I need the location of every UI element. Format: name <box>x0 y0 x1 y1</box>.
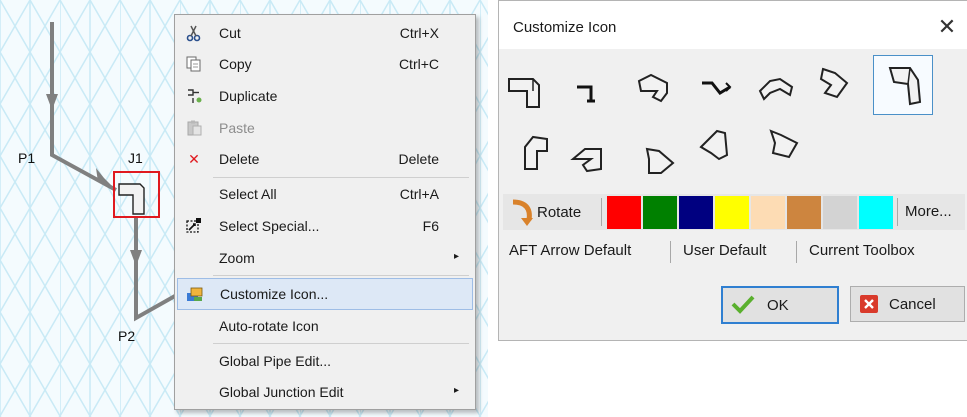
icon-option-elbow-right[interactable] <box>639 141 679 181</box>
icon-option-elbow-thin[interactable] <box>571 73 611 113</box>
menu-separator <box>213 177 469 178</box>
menu-item-label: Customize Icon... <box>220 286 329 302</box>
color-swatch[interactable] <box>679 196 713 229</box>
menu-item-shortcut: Ctrl+A <box>399 186 439 202</box>
rotate-arrow-icon <box>512 199 533 226</box>
user-default-button[interactable]: User Default <box>683 242 766 259</box>
menu-item-select-special[interactable]: Select Special... F6 <box>177 211 473 241</box>
menu-item-cut[interactable]: Cut Ctrl+X <box>177 18 473 48</box>
menu-item-customize-icon[interactable]: Customize Icon... <box>177 278 473 310</box>
color-swatch[interactable] <box>751 196 785 229</box>
menu-separator <box>213 343 469 344</box>
color-swatch[interactable] <box>787 196 821 229</box>
pipe-label-p1: P1 <box>18 150 36 166</box>
menu-item-label: Select Special... <box>219 218 320 234</box>
menu-item-label: Global Pipe Edit... <box>219 353 332 369</box>
menu-item-label: Duplicate <box>219 88 278 104</box>
icon-option-elbow-large[interactable] <box>505 71 545 111</box>
current-toolbox-button[interactable]: Current Toolbox <box>809 242 915 259</box>
menu-item-global-pipe-edit[interactable]: Global Pipe Edit... <box>177 346 473 376</box>
menu-item-zoom[interactable]: Zoom ▸ <box>177 243 473 273</box>
context-menu: Cut Ctrl+X Copy Ctrl+C Duplicate Paste ✕… <box>174 14 476 410</box>
link-separator <box>670 241 671 263</box>
cancel-label: Cancel <box>889 296 936 313</box>
ok-label: OK <box>767 297 789 314</box>
color-toolbar: Rotate More... <box>503 194 965 230</box>
icon-option-elbow-up[interactable] <box>517 131 557 171</box>
cancel-button[interactable]: Cancel <box>850 286 965 322</box>
icon-option-elbow-iso-2[interactable] <box>756 69 796 109</box>
copy-icon <box>185 55 203 73</box>
icon-option-elbow-iso-3[interactable] <box>813 63 853 103</box>
duplicate-icon <box>185 87 203 105</box>
close-icon[interactable]: ✕ <box>933 13 961 41</box>
menu-item-label: Select All <box>219 186 277 202</box>
menu-item-duplicate[interactable]: Duplicate <box>177 81 473 111</box>
icon-option-elbow-down[interactable] <box>695 125 735 165</box>
paste-icon <box>185 119 203 137</box>
menu-item-label: Global Junction Edit <box>219 384 344 400</box>
scissors-icon <box>185 24 203 42</box>
menu-item-delete[interactable]: ✕ Delete Delete <box>177 144 473 174</box>
menu-item-label: Copy <box>219 56 252 72</box>
menu-item-shortcut: Ctrl+C <box>398 56 439 72</box>
dialog-title: Customize Icon <box>513 19 617 36</box>
customize-icon <box>186 285 204 303</box>
junction-label-j1: J1 <box>128 150 143 166</box>
icon-option-elbow-iso-1[interactable] <box>633 69 673 109</box>
menu-separator <box>213 275 469 276</box>
menu-item-auto-rotate-icon[interactable]: Auto-rotate Icon <box>177 311 473 341</box>
menu-item-label: Zoom <box>219 250 255 266</box>
icon-option-selected[interactable] <box>873 55 933 115</box>
rotate-label: Rotate <box>537 204 582 221</box>
ok-button[interactable]: OK <box>721 286 839 324</box>
menu-item-label: Auto-rotate Icon <box>219 318 319 334</box>
link-separator <box>796 241 797 263</box>
color-swatch[interactable] <box>715 196 749 229</box>
menu-item-label: Cut <box>219 25 241 41</box>
color-swatch[interactable] <box>643 196 677 229</box>
icon-option-elbow-left[interactable] <box>569 139 609 179</box>
menu-item-shortcut: Ctrl+X <box>399 25 439 41</box>
menu-item-paste: Paste <box>177 113 473 143</box>
cancel-x-icon <box>860 295 878 313</box>
color-swatch[interactable] <box>823 196 857 229</box>
delete-x-icon: ✕ <box>188 151 200 167</box>
toolbar-separator <box>897 198 898 226</box>
pipe-label-p2: P2 <box>118 328 136 344</box>
icon-option-elbow-iso-thin[interactable] <box>696 69 736 109</box>
menu-item-global-junction-edit[interactable]: Global Junction Edit ▸ <box>177 377 473 407</box>
aft-arrow-default-button[interactable]: AFT Arrow Default <box>509 242 631 259</box>
customize-icon-dialog: Customize Icon ✕ Rotate More... AFT Arro… <box>498 0 967 341</box>
checkmark-icon <box>731 295 755 314</box>
color-swatch[interactable] <box>859 196 893 229</box>
select-special-icon <box>185 217 203 235</box>
menu-item-select-all[interactable]: Select All Ctrl+A <box>177 179 473 209</box>
submenu-arrow-icon: ▸ <box>453 385 459 396</box>
menu-item-label: Delete <box>219 151 260 167</box>
menu-item-shortcut: F6 <box>422 218 439 234</box>
toolbar-separator <box>601 198 602 226</box>
more-colors-button[interactable]: More... <box>905 203 952 220</box>
dialog-titlebar[interactable]: Customize Icon ✕ <box>499 1 967 49</box>
submenu-arrow-icon: ▸ <box>453 251 459 262</box>
menu-item-shortcut: Delete <box>398 151 439 167</box>
icon-option-elbow-iso-4[interactable] <box>763 125 803 165</box>
color-swatch[interactable] <box>607 196 641 229</box>
rotate-button[interactable]: Rotate <box>505 195 601 229</box>
menu-item-label: Paste <box>219 120 255 136</box>
menu-item-copy[interactable]: Copy Ctrl+C <box>177 49 473 79</box>
